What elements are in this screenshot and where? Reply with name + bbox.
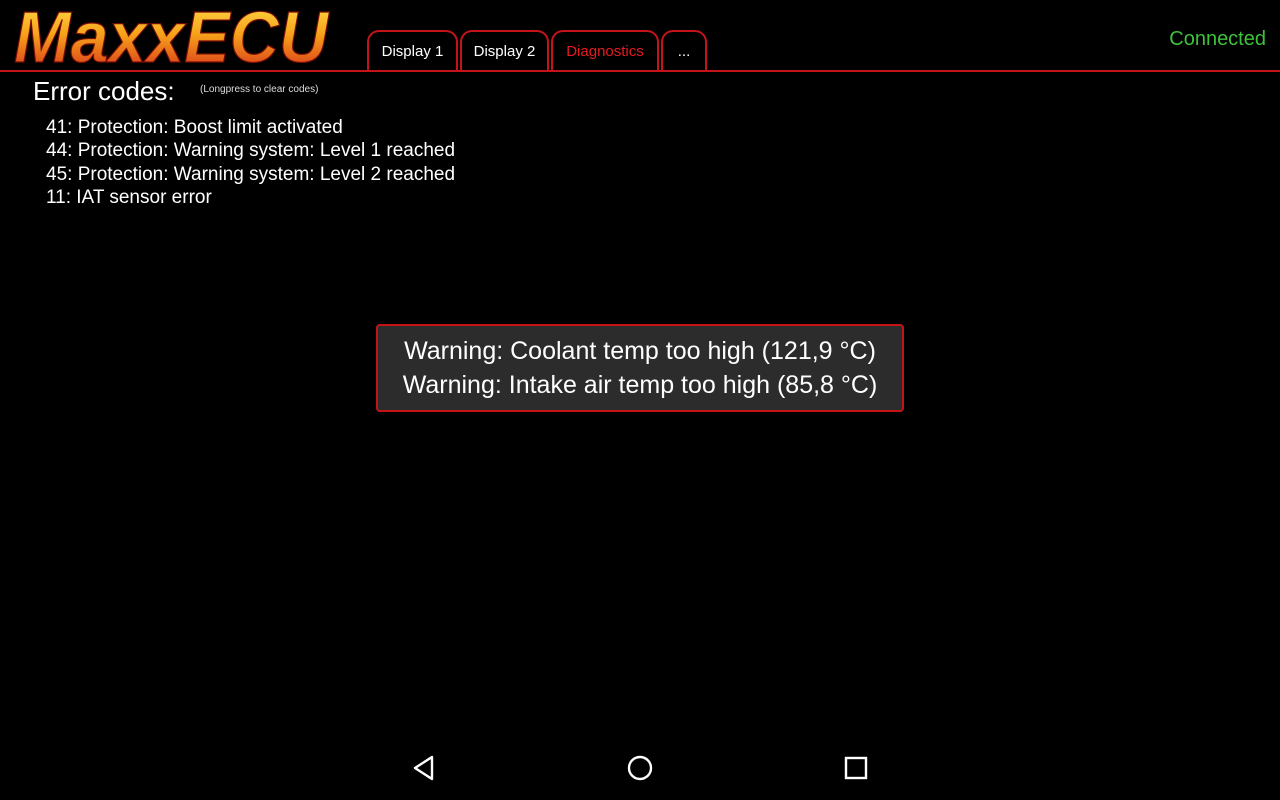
system-nav-bar [0, 736, 1280, 800]
app-screen: MaxxECU Display 1 Display 2 Diagnostics … [0, 0, 1280, 800]
error-code-item[interactable]: 41: Protection: Boost limit activated [46, 116, 455, 139]
tab-display-2[interactable]: Display 2 [460, 30, 549, 70]
error-codes-title[interactable]: Error codes: [33, 76, 175, 107]
maxxecu-logo: MaxxECU [10, 2, 332, 70]
error-codes-list[interactable]: 41: Protection: Boost limit activated 44… [46, 116, 455, 209]
warning-intake-air-temp: Warning: Intake air temp too high (85,8 … [402, 371, 878, 399]
home-icon [627, 755, 653, 781]
back-icon [413, 755, 434, 781]
home-button[interactable] [624, 752, 656, 784]
tab-display-1[interactable]: Display 1 [367, 30, 458, 70]
header-bar: MaxxECU Display 1 Display 2 Diagnostics … [0, 0, 1280, 72]
recents-icon [844, 756, 868, 780]
warning-popup: Warning: Coolant temp too high (121,9 °C… [376, 324, 904, 412]
error-code-item[interactable]: 44: Protection: Warning system: Level 1 … [46, 139, 455, 162]
warning-coolant-temp: Warning: Coolant temp too high (121,9 °C… [404, 337, 876, 365]
logo-graphic: MaxxECU [13, 2, 330, 70]
logo-text: MaxxECU [14, 2, 330, 70]
tab-more[interactable]: ... [661, 30, 707, 70]
clear-codes-hint: (Longpress to clear codes) [200, 84, 319, 95]
tab-bar: Display 1 Display 2 Diagnostics ... [367, 30, 707, 72]
error-code-item[interactable]: 11: IAT sensor error [46, 186, 455, 209]
tab-diagnostics[interactable]: Diagnostics [551, 30, 659, 70]
header-divider [0, 70, 1280, 72]
recents-button[interactable] [840, 752, 872, 784]
connection-status: Connected [1169, 28, 1266, 50]
error-code-item[interactable]: 45: Protection: Warning system: Level 2 … [46, 163, 455, 186]
back-button[interactable] [408, 752, 440, 784]
